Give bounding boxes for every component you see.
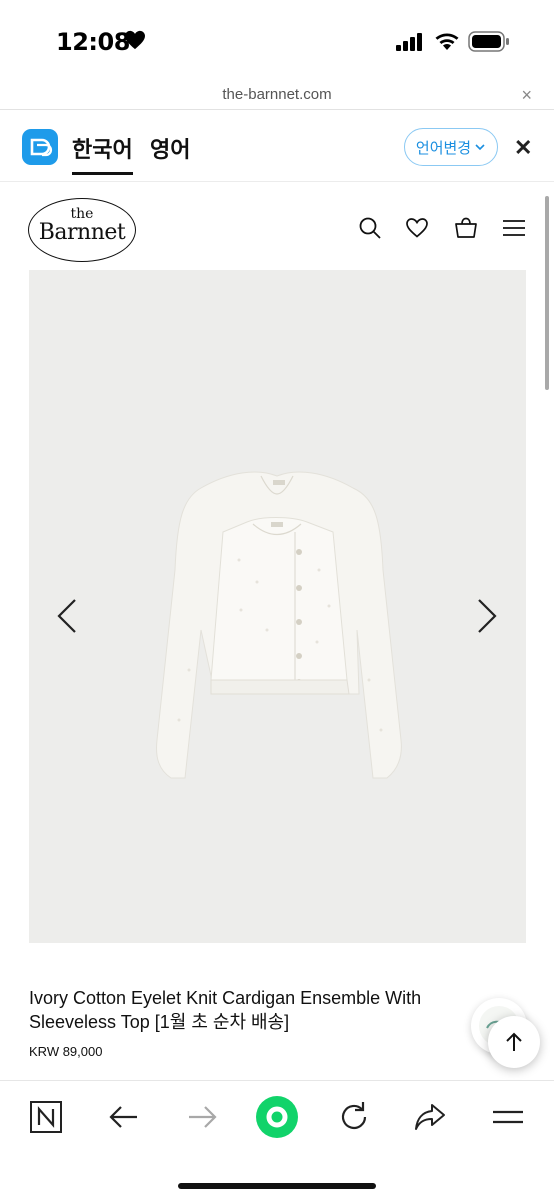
change-language-button[interactable]: 언어변경: [404, 128, 498, 166]
reload-icon[interactable]: [336, 1099, 372, 1135]
scrollbar[interactable]: [545, 196, 549, 390]
change-language-label: 언어변경: [415, 139, 472, 157]
menu-icon[interactable]: [502, 216, 526, 240]
browser-toolbar: [0, 1080, 554, 1200]
translate-app-icon: [22, 129, 58, 165]
heart-icon: [125, 30, 145, 50]
search-icon[interactable]: [358, 216, 382, 240]
forward-arrow-icon[interactable]: [184, 1099, 220, 1135]
naver-n-icon[interactable]: [28, 1099, 64, 1135]
logo-brand: Barnnet: [38, 220, 126, 245]
arrow-up-icon: [506, 1032, 522, 1051]
close-translation-icon[interactable]: ✕: [514, 135, 532, 161]
cart-icon[interactable]: [454, 216, 478, 240]
tab-korean[interactable]: 한국어: [72, 132, 133, 175]
product-image[interactable]: [29, 270, 526, 943]
brand-logo[interactable]: the Barnnet: [28, 198, 136, 262]
wishlist-heart-icon[interactable]: [405, 216, 429, 240]
green-dot-home-icon[interactable]: [255, 1095, 299, 1139]
site-header: the Barnnet: [0, 182, 554, 272]
chevron-down-icon: [475, 144, 485, 151]
browser-url-bar[interactable]: the-barnnet.com ×: [0, 80, 554, 110]
back-arrow-icon[interactable]: [106, 1099, 142, 1135]
product-title: Ivory Cotton Eyelet Knit Cardigan Ensemb…: [29, 988, 422, 1032]
tab-english[interactable]: 영어: [150, 132, 190, 164]
url-text[interactable]: the-barnnet.com: [0, 86, 554, 103]
status-bar: 12:08: [0, 0, 554, 80]
status-time: 12:08: [56, 28, 130, 56]
battery-icon: [468, 31, 509, 52]
cellular-signal-icon: [396, 33, 422, 51]
wifi-icon: [435, 33, 459, 50]
next-image-arrow-icon[interactable]: [475, 596, 499, 636]
home-indicator[interactable]: [178, 1183, 376, 1189]
cardigan-photo: [156, 471, 402, 779]
share-icon[interactable]: [412, 1099, 448, 1135]
translation-bar: 한국어 영어 언어변경 ✕: [0, 112, 554, 182]
logo-the: the: [70, 206, 94, 222]
close-url-icon[interactable]: ×: [521, 85, 532, 106]
previous-image-arrow-icon[interactable]: [55, 596, 79, 636]
scroll-to-top-button[interactable]: [488, 1016, 540, 1068]
product-price: KRW 89,000: [29, 1044, 103, 1059]
browser-menu-icon[interactable]: [490, 1099, 526, 1135]
